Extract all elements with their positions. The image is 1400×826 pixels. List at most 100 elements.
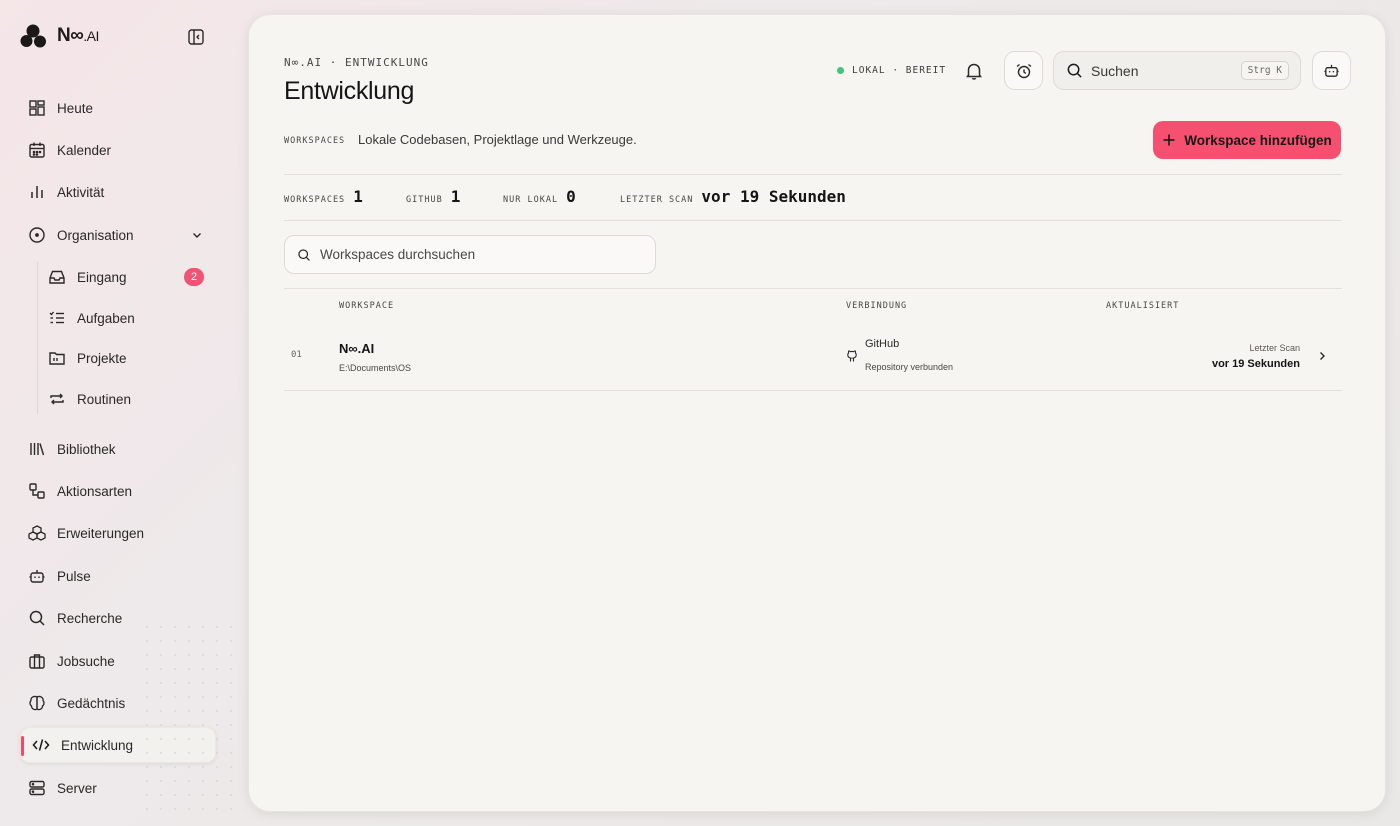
connection-status: Repository verbunden bbox=[865, 362, 954, 372]
row-number: 01 bbox=[291, 350, 302, 360]
sidebar-item-pulse[interactable]: Pulse bbox=[20, 558, 216, 594]
stat-label: WORKSPACES bbox=[284, 195, 346, 205]
workspace-path: E:\Documents\OS bbox=[339, 363, 412, 373]
section-description: Lokale Codebasen, Projektlage und Werkze… bbox=[358, 132, 637, 147]
sidebar-item-label: Projekte bbox=[77, 350, 127, 366]
shapes-icon bbox=[29, 483, 45, 499]
sidebar-item-organisation[interactable]: Organisation bbox=[20, 217, 216, 253]
workspace-search-input[interactable] bbox=[320, 247, 640, 262]
grid-icon bbox=[29, 100, 45, 116]
brain-icon bbox=[29, 695, 45, 711]
stat-value: vor 19 Sekunden bbox=[701, 187, 846, 206]
briefcase-icon bbox=[29, 654, 45, 669]
divider bbox=[284, 220, 1342, 221]
sidebar-item-label: Aufgaben bbox=[77, 310, 135, 326]
sidebar-item-label: Server bbox=[57, 780, 97, 796]
code-icon bbox=[32, 739, 50, 751]
add-workspace-label: Workspace hinzufügen bbox=[1184, 132, 1332, 148]
stat-label: NUR LOKAL bbox=[503, 195, 559, 205]
checklist-icon bbox=[49, 311, 64, 324]
sidebar-item-label: Recherche bbox=[57, 610, 123, 626]
stat-value: 1 bbox=[450, 187, 461, 206]
search-icon bbox=[1067, 63, 1082, 78]
sidebar-item-label: Aktivität bbox=[57, 184, 105, 200]
repeat-icon bbox=[50, 393, 64, 405]
divider bbox=[284, 174, 1342, 175]
assistant-button[interactable] bbox=[1312, 51, 1351, 90]
chevron-right-icon[interactable] bbox=[1315, 349, 1329, 363]
sidebar-item-label: Entwicklung bbox=[61, 737, 134, 753]
library-icon bbox=[30, 443, 45, 456]
stat-letzter-scan: LETZTER SCAN vor 19 Sekunden bbox=[620, 187, 846, 206]
chevron-down-icon[interactable] bbox=[190, 228, 204, 242]
sidebar-item-heute[interactable]: Heute bbox=[20, 90, 216, 126]
sidebar-item-routinen[interactable]: Routinen bbox=[40, 381, 216, 417]
stat-value: 0 bbox=[566, 187, 576, 206]
brand-logo[interactable]: N∞.AI bbox=[20, 24, 99, 48]
table-row[interactable]: 01 N∞.AI E:\Documents\OS GitHub Reposito… bbox=[284, 325, 1342, 390]
sidebar-item-erweiterungen[interactable]: Erweiterungen bbox=[20, 515, 216, 551]
notifications-bell-icon[interactable] bbox=[963, 60, 985, 82]
alarm-button[interactable] bbox=[1004, 51, 1043, 90]
status-indicator: LOKAL · BEREIT bbox=[837, 65, 946, 76]
search-icon bbox=[29, 610, 45, 626]
global-search[interactable]: Strg K bbox=[1053, 51, 1301, 90]
breadcrumb: N∞.AI · ENTWICKLUNG bbox=[284, 56, 429, 69]
inbox-count-badge: 2 bbox=[184, 268, 204, 286]
sidebar-item-aufgaben[interactable]: Aufgaben bbox=[40, 300, 216, 336]
sidebar-item-kalender[interactable]: Kalender bbox=[20, 132, 216, 168]
main-panel: N∞.AI · ENTWICKLUNG Entwicklung LOKAL · … bbox=[248, 14, 1386, 812]
compass-icon bbox=[29, 227, 45, 243]
column-header-aktualisiert: AKTUALISIERT bbox=[1106, 301, 1180, 311]
server-icon bbox=[29, 780, 45, 796]
page-title: Entwicklung bbox=[284, 77, 415, 105]
connection-type: GitHub bbox=[865, 338, 900, 350]
background-dot-pattern bbox=[140, 620, 240, 820]
last-scan-value: vor 19 Sekunden bbox=[1211, 358, 1300, 370]
column-header-verbindung: VERBINDUNG bbox=[846, 301, 908, 311]
folder-icon bbox=[49, 352, 65, 365]
sidebar-item-label: Jobsuche bbox=[57, 653, 115, 669]
brand-name: N∞.AI bbox=[57, 25, 99, 46]
search-input[interactable] bbox=[1091, 62, 1241, 79]
add-workspace-button[interactable]: Workspace hinzufügen bbox=[1153, 121, 1341, 159]
extensions-icon bbox=[28, 525, 46, 541]
status-dot bbox=[837, 67, 844, 74]
inbox-icon bbox=[49, 270, 65, 284]
last-scan-label: Letzter Scan bbox=[1249, 343, 1300, 353]
alarm-clock-icon bbox=[1016, 63, 1031, 78]
sidebar-item-label: Heute bbox=[57, 100, 94, 116]
sidebar-item-label: Pulse bbox=[57, 568, 91, 584]
status-text: LOKAL · BEREIT bbox=[852, 65, 947, 76]
sidebar-item-aktivitaet[interactable]: Aktivität bbox=[20, 174, 216, 210]
stat-label: LETZTER SCAN bbox=[620, 195, 694, 205]
workspace-filter[interactable] bbox=[284, 235, 656, 274]
sidebar-item-label: Kalender bbox=[57, 142, 112, 158]
search-icon bbox=[298, 248, 310, 261]
stat-label: GITHUB bbox=[406, 195, 443, 205]
sidebar: N∞.AI Heute Kalender Aktivität Organisat… bbox=[0, 0, 240, 826]
sidebar-item-bibliothek[interactable]: Bibliothek bbox=[20, 431, 216, 467]
sidebar-item-label: Organisation bbox=[57, 227, 134, 243]
sidebar-item-label: Eingang bbox=[77, 269, 127, 285]
sidebar-item-eingang[interactable]: Eingang 2 bbox=[40, 259, 216, 295]
bot-icon bbox=[29, 570, 45, 583]
stat-workspaces: WORKSPACES 1 bbox=[284, 187, 363, 206]
github-icon bbox=[847, 350, 857, 362]
stat-github: GITHUB 1 bbox=[406, 187, 460, 206]
bot-icon bbox=[1324, 64, 1339, 77]
sidebar-item-label: Routinen bbox=[77, 391, 132, 407]
sidebar-item-aktionsarten[interactable]: Aktionsarten bbox=[20, 473, 216, 509]
bar-chart-icon bbox=[31, 186, 43, 198]
search-shortcut-hint: Strg K bbox=[1240, 61, 1289, 80]
plus-icon bbox=[1163, 134, 1175, 146]
submenu-line bbox=[37, 262, 38, 414]
sidebar-item-label: Erweiterungen bbox=[57, 525, 145, 541]
sidebar-item-label: Bibliothek bbox=[57, 441, 116, 457]
stat-nur-lokal: NUR LOKAL 0 bbox=[503, 187, 576, 206]
logo-icon bbox=[20, 24, 46, 48]
sidebar-item-projekte[interactable]: Projekte bbox=[40, 340, 216, 376]
sidebar-item-label: Gedächtnis bbox=[57, 695, 126, 711]
collapse-sidebar-icon[interactable] bbox=[186, 27, 206, 47]
section-label: WORKSPACES bbox=[284, 136, 346, 146]
